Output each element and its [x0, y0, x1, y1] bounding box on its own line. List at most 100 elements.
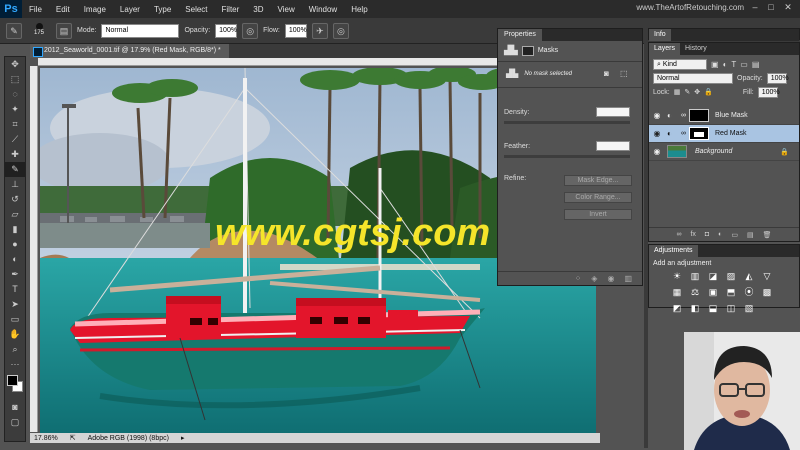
lock-all-icon[interactable]: 🔒	[704, 88, 713, 96]
brush-panel-icon[interactable]: ▤	[56, 22, 72, 39]
brightness-icon[interactable]: ☀	[671, 270, 683, 282]
filter-pixel-icon[interactable]: ▣	[711, 60, 719, 69]
layer-row-blue-mask[interactable]: ◉ ◐ ∞ Blue Mask	[649, 107, 799, 125]
photoshop-logo[interactable]: Ps	[0, 0, 22, 18]
flow-field[interactable]: 100%	[284, 23, 307, 38]
new-layer-icon[interactable]: ▤	[747, 231, 754, 239]
minimize-icon[interactable]: –	[748, 2, 762, 14]
zoom-tool-icon[interactable]: ⌕	[5, 342, 25, 357]
menu-item-layer[interactable]: Layer	[113, 5, 147, 14]
eyedropper-tool-icon[interactable]: ⟋	[5, 132, 25, 147]
fill-field[interactable]: 100%	[757, 86, 780, 98]
history-brush-icon[interactable]: ↺	[5, 192, 25, 207]
more-tools-icon[interactable]: ···	[5, 357, 25, 372]
mask-thumbnail[interactable]	[689, 109, 709, 122]
menu-item-select[interactable]: Select	[178, 5, 214, 14]
lasso-tool-icon[interactable]: ◌	[5, 87, 25, 102]
layer-opacity-field[interactable]: 100%	[766, 72, 789, 84]
close-icon[interactable]: ✕	[781, 2, 795, 14]
tab-adjustments[interactable]: Adjustments	[649, 245, 698, 257]
tab-history[interactable]: History	[680, 43, 712, 55]
brush-tool-icon[interactable]: ✎	[6, 22, 22, 39]
type-tool-icon[interactable]: T	[5, 282, 25, 297]
blur-tool-icon[interactable]: ●	[5, 237, 25, 252]
screen-mode-icon[interactable]: ▢	[5, 415, 25, 430]
marquee-tool-icon[interactable]: ⬚	[5, 72, 25, 87]
eye-icon[interactable]: ◉	[651, 129, 663, 138]
delete-icon[interactable]: ▥	[624, 274, 632, 283]
new-adjustment-icon[interactable]: ◐	[718, 231, 722, 238]
crop-tool-icon[interactable]: ⌗	[5, 117, 25, 132]
eye-icon[interactable]: ◉	[651, 111, 663, 120]
lock-transparent-icon[interactable]: ▦	[674, 88, 681, 96]
add-vector-mask-icon[interactable]: ⬚	[620, 69, 628, 78]
exposure-icon[interactable]: ▨	[725, 270, 737, 282]
threshold-icon[interactable]: ⬓	[707, 302, 719, 314]
gradient-tool-icon[interactable]: ▮	[5, 222, 25, 237]
levels-icon[interactable]: ▥	[689, 270, 701, 282]
stamp-tool-icon[interactable]: ⊥	[5, 177, 25, 192]
invert-adjustment-icon[interactable]: ◩	[671, 302, 683, 314]
link-layers-icon[interactable]: ∞	[676, 231, 681, 238]
feather-field[interactable]	[596, 141, 630, 151]
color-range-button[interactable]: Color Range...	[564, 192, 632, 203]
document-tab[interactable]: 2012_Seaworld_0001.tif @ 17.9% (Red Mask…	[30, 44, 229, 58]
airbrush-icon[interactable]: ✈	[311, 22, 328, 39]
visibility-icon[interactable]: ◉	[607, 274, 614, 283]
blend-mode-select[interactable]: Normal	[653, 72, 733, 84]
hue-saturation-icon[interactable]: ▦	[671, 286, 683, 298]
gradient-triangle-icon[interactable]: ▽	[761, 270, 773, 282]
menu-item-edit[interactable]: Edit	[49, 5, 77, 14]
mask-thumbnail[interactable]	[689, 127, 709, 140]
tab-layers[interactable]: Layers	[649, 43, 681, 55]
hand-tool-icon[interactable]: ✋	[5, 327, 25, 342]
feather-slider[interactable]	[504, 155, 630, 158]
brush-tool-icon-active[interactable]: ✎	[5, 162, 25, 177]
tab-properties[interactable]: Properties	[498, 29, 542, 41]
zoom-level[interactable]: 17.86%	[34, 435, 58, 442]
filter-type-icon[interactable]: T	[731, 60, 736, 69]
shape-tool-icon[interactable]: ▭	[5, 312, 25, 327]
healing-tool-icon[interactable]: ✚	[5, 147, 25, 162]
gradient-map-icon[interactable]: ▧	[743, 302, 755, 314]
status-menu-arrow-icon[interactable]: ▸	[181, 434, 185, 442]
load-selection-icon[interactable]: ⁘	[575, 274, 582, 283]
opacity-field[interactable]: 100%	[215, 23, 238, 38]
link-icon[interactable]: ∞	[681, 112, 686, 119]
brush-preset-picker[interactable]: 175	[27, 22, 51, 40]
photo-filter-icon[interactable]: ⬒	[725, 286, 737, 298]
lock-image-icon[interactable]: ✎	[684, 88, 690, 96]
pressure-opacity-icon[interactable]: ◎	[242, 22, 259, 39]
color-lookup-icon[interactable]: ▩	[761, 286, 773, 298]
menu-item-help[interactable]: Help	[344, 5, 374, 14]
vibrance-icon[interactable]: ◭	[743, 270, 755, 282]
density-field[interactable]	[596, 107, 630, 117]
delete-layer-icon[interactable]: 🗑	[763, 231, 772, 239]
mask-edge-button[interactable]: Mask Edge...	[564, 175, 632, 186]
pen-tool-icon[interactable]: ✒	[5, 267, 25, 282]
pressure-size-icon[interactable]: ◎	[332, 22, 349, 39]
eye-icon[interactable]: ◉	[651, 147, 663, 156]
mask-icon[interactable]	[521, 45, 534, 56]
layer-row-red-mask[interactable]: ◉ ◐ ∞ Red Mask	[649, 125, 799, 143]
eraser-tool-icon[interactable]: ▱	[5, 207, 25, 222]
link-icon[interactable]: ∞	[681, 130, 686, 137]
quick-mask-icon[interactable]: ◙	[5, 400, 25, 415]
menu-item-type[interactable]: Type	[147, 5, 178, 14]
quick-select-tool-icon[interactable]: ✦	[5, 102, 25, 117]
color-balance-icon[interactable]: ⚖	[689, 286, 701, 298]
menu-item-filter[interactable]: Filter	[215, 5, 247, 14]
density-slider[interactable]	[504, 121, 630, 124]
menu-item-3d[interactable]: 3D	[246, 5, 270, 14]
move-tool-icon[interactable]: ✥	[5, 57, 25, 72]
foreground-color-swatch[interactable]	[7, 375, 18, 386]
black-white-icon[interactable]: ▣	[707, 286, 719, 298]
path-select-tool-icon[interactable]: ➤	[5, 297, 25, 312]
layer-thumbnail[interactable]	[667, 145, 687, 158]
filter-adjustment-icon[interactable]: ◐	[723, 60, 728, 69]
mode-select[interactable]: Normal	[101, 23, 180, 38]
lock-position-icon[interactable]: ✥	[694, 88, 700, 96]
posterize-icon[interactable]: ◧	[689, 302, 701, 314]
channel-mixer-icon[interactable]: ⦿	[743, 286, 755, 298]
menu-item-image[interactable]: Image	[77, 5, 113, 14]
